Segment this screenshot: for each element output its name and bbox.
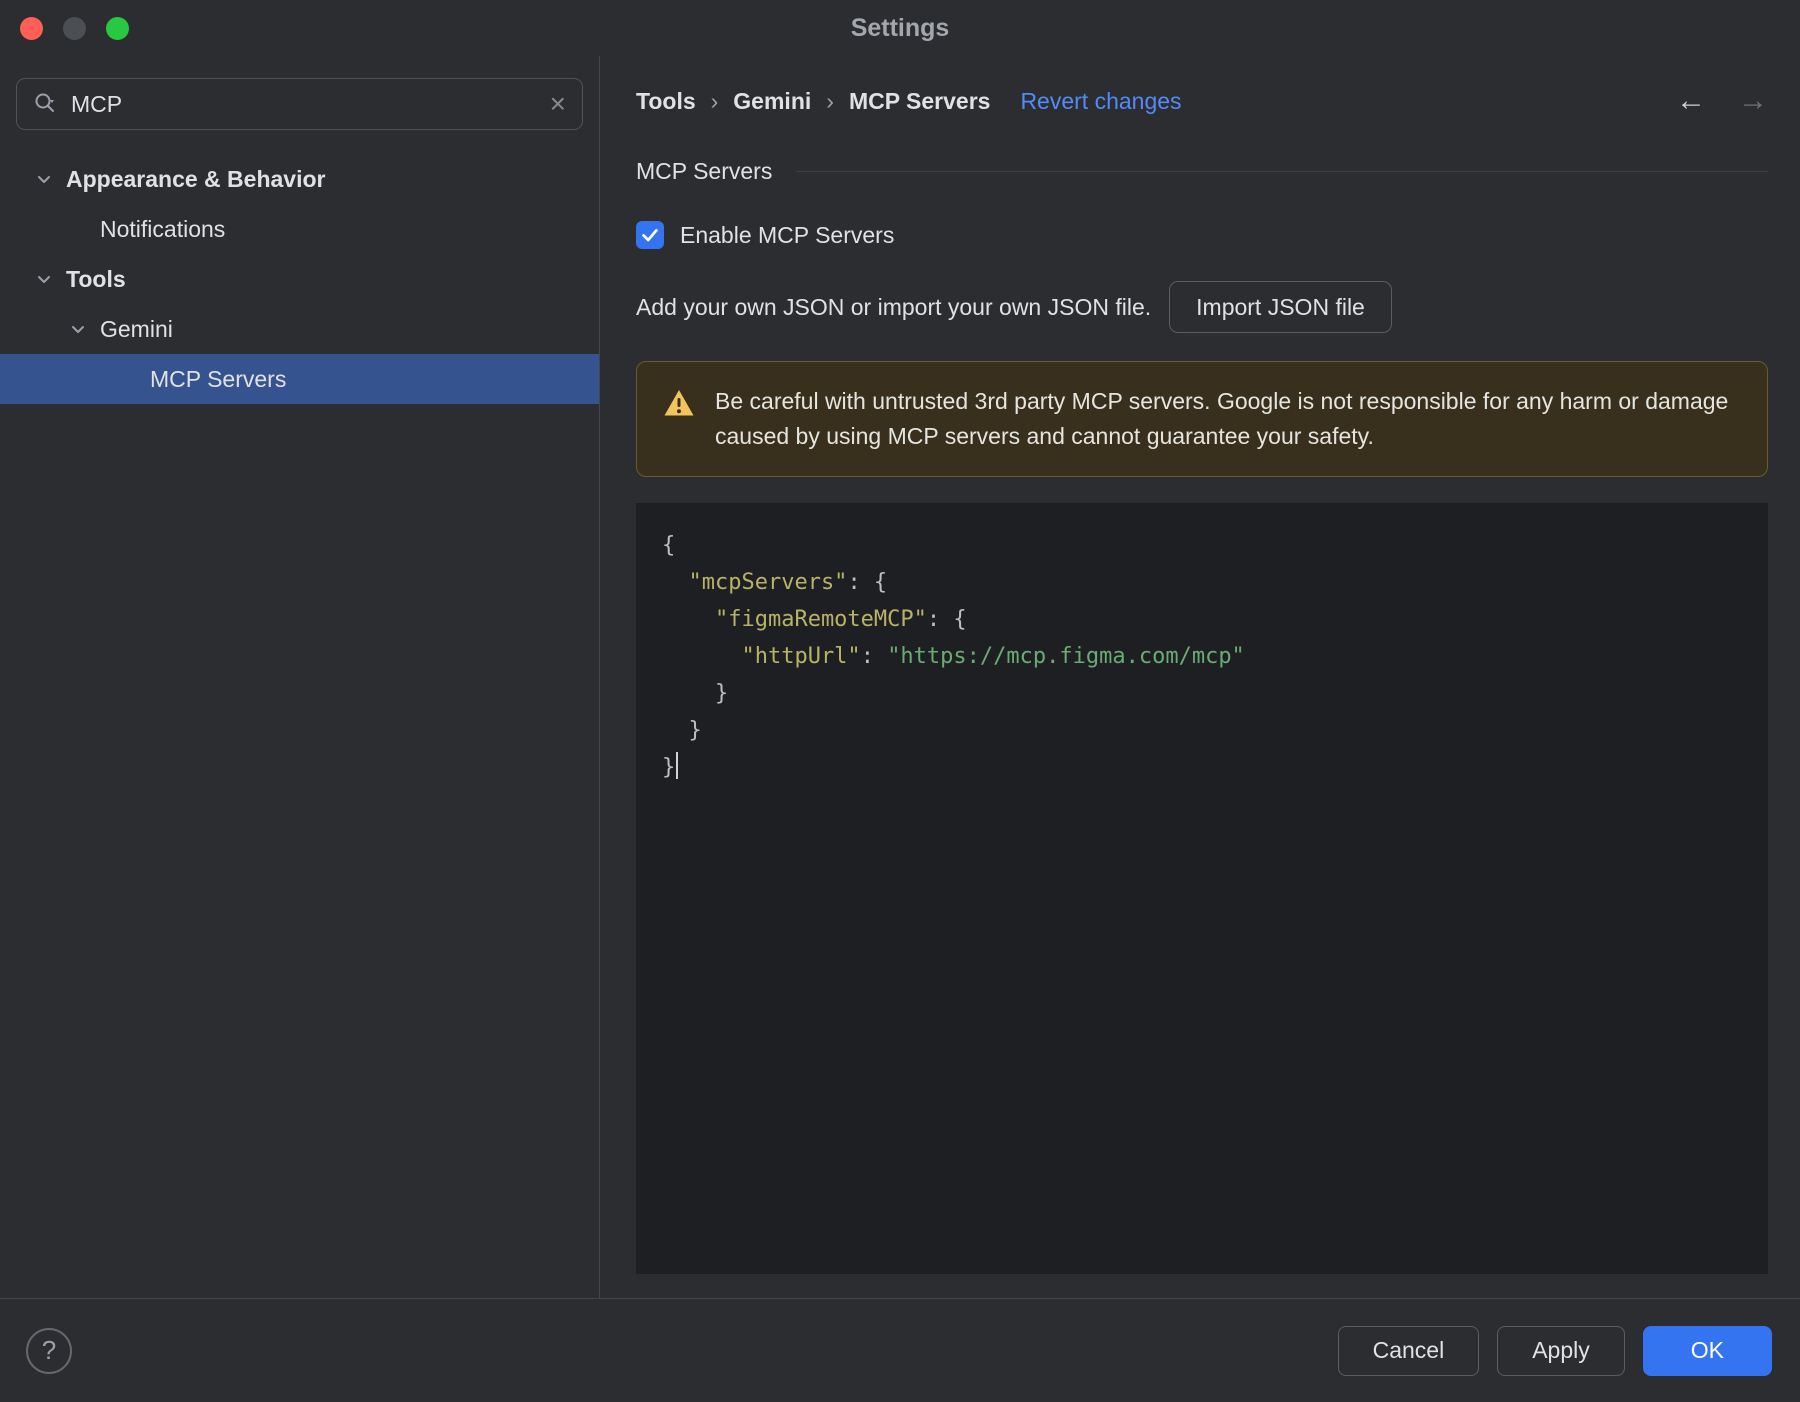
enable-mcp-label: Enable MCP Servers [680,221,895,248]
breadcrumb-item-gemini[interactable]: Gemini [733,88,811,115]
cancel-button[interactable]: Cancel [1337,1325,1480,1376]
sidebar-item-tools[interactable]: Tools [0,254,599,304]
page-title: MCP Servers [636,158,773,184]
footer-buttons: Cancel Apply OK [1337,1325,1772,1376]
window-controls [20,0,129,56]
forward-arrow-icon[interactable]: → [1738,86,1768,116]
section-header: MCP Servers [636,158,1768,185]
code-line: } [662,749,1748,786]
zoom-window-button[interactable] [106,16,129,40]
breadcrumb-item-mcp-servers[interactable]: MCP Servers [849,88,991,115]
search-box[interactable]: × [16,78,583,130]
sidebar-item-label: Tools [66,265,126,292]
code-line: } [662,718,702,743]
breadcrumb-item-tools[interactable]: Tools [636,88,696,115]
settings-content: Tools › Gemini › MCP Servers Revert chan… [600,56,1800,1298]
history-nav: ← → [1676,86,1768,116]
enable-mcp-checkbox[interactable] [636,221,664,249]
dialog-footer: ? Cancel Apply OK [0,1298,1800,1402]
sidebar-item-label: Notifications [100,215,226,242]
json-editor[interactable]: { "mcpServers": { "figmaRemoteMCP": { "h… [636,503,1768,1274]
add-json-text: Add your own JSON or import your own JSO… [636,293,1152,320]
code-line: "figmaRemoteMCP": { [662,607,967,632]
back-arrow-icon[interactable]: ← [1676,86,1706,116]
section-divider [796,171,1768,172]
window-title: Settings [850,13,950,42]
sidebar-item-notifications[interactable]: Notifications [0,204,599,254]
clear-search-icon[interactable]: × [550,90,566,118]
import-json-button[interactable]: Import JSON file [1169,281,1392,333]
sidebar-item-label: MCP Servers [150,365,287,392]
warning-icon [663,388,695,423]
sidebar-item-gemini[interactable]: Gemini [0,304,599,354]
sidebar-item-mcp-servers[interactable]: MCP Servers [0,354,599,404]
revert-changes-link[interactable]: Revert changes [1020,88,1181,115]
settings-tree: Appearance & Behavior Notifications Tool… [0,154,599,404]
code-line: } [662,681,729,706]
breadcrumb: Tools › Gemini › MCP Servers Revert chan… [636,82,1768,120]
sidebar-item-appearance-behavior[interactable]: Appearance & Behavior [0,154,599,204]
titlebar: Settings [0,0,1800,56]
code-line: "mcpServers": { [662,570,888,595]
warning-banner: Be careful with untrusted 3rd party MCP … [636,361,1768,477]
apply-button[interactable]: Apply [1497,1325,1625,1376]
chevron-down-icon[interactable] [32,167,56,191]
help-icon: ? [41,1335,57,1365]
sidebar-item-label: Appearance & Behavior [66,165,326,192]
sidebar-item-label: Gemini [100,315,173,342]
enable-mcp-row: Enable MCP Servers [636,221,1768,249]
warning-text: Be careful with untrusted 3rd party MCP … [715,388,1729,449]
breadcrumb-separator: › [710,87,719,114]
code-line: "httpUrl": "https://mcp.figma.com/mcp" [662,644,1245,669]
search-input[interactable] [71,90,538,118]
close-window-button[interactable] [20,16,43,40]
minimize-window-button[interactable] [63,16,86,40]
breadcrumb-separator: › [826,87,834,114]
text-caret [676,752,679,779]
code-line: { [662,533,676,558]
settings-sidebar: × Appearance & Behavior Notifications To [0,56,600,1298]
add-json-row: Add your own JSON or import your own JSO… [636,281,1768,333]
chevron-down-icon[interactable] [32,267,56,291]
main-area: × Appearance & Behavior Notifications To [0,56,1800,1298]
help-button[interactable]: ? [26,1327,72,1374]
settings-window: Settings × [0,0,1800,1402]
chevron-down-icon[interactable] [66,317,90,341]
ok-button[interactable]: OK [1642,1325,1772,1376]
search-icon[interactable] [33,91,59,117]
